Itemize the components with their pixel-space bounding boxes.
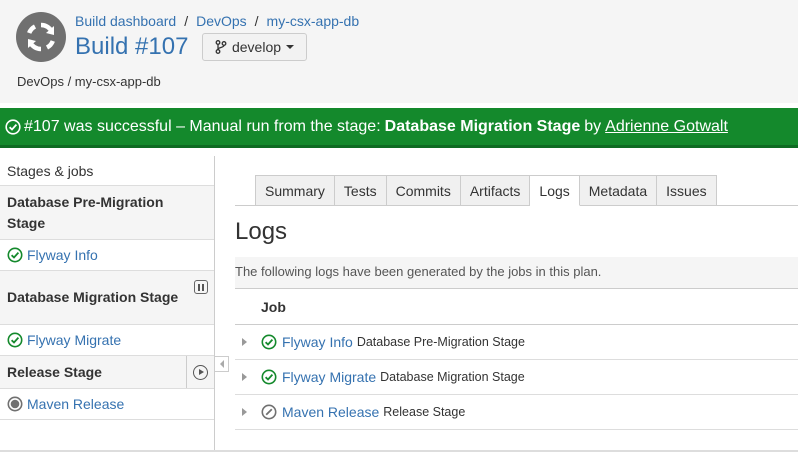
triggered-by-user-link[interactable]: Adrienne Gotwalt xyxy=(605,118,728,136)
breadcrumb-project[interactable]: DevOps xyxy=(196,13,247,29)
success-check-icon xyxy=(7,247,23,263)
tab-metadata[interactable]: Metadata xyxy=(579,175,658,206)
branch-icon xyxy=(215,40,227,54)
branch-name: develop xyxy=(231,39,282,55)
logs-description: The following logs have been generated b… xyxy=(235,257,798,289)
job-log-link[interactable]: Flyway Info xyxy=(282,334,353,350)
job-link[interactable]: Flyway Migrate xyxy=(27,332,121,348)
column-header-job: Job xyxy=(261,299,286,315)
breadcrumb-plan[interactable]: my-csx-app-db xyxy=(267,13,360,29)
job-link[interactable]: Flyway Info xyxy=(27,247,98,263)
tab-issues[interactable]: Issues xyxy=(657,175,717,206)
sidebar-collapse-handle[interactable] xyxy=(215,356,229,372)
expand-row-icon[interactable] xyxy=(242,373,247,381)
run-stage-button[interactable] xyxy=(186,356,214,388)
table-row: Flyway Migrate Database Migration Stage xyxy=(235,360,798,395)
plan-subpath: DevOps / my-csx-app-db xyxy=(17,74,161,89)
expand-row-icon[interactable] xyxy=(242,408,247,416)
breadcrumb-build-dashboard[interactable]: Build dashboard xyxy=(75,13,176,29)
job-stage-name: Database Migration Stage xyxy=(380,370,525,384)
breadcrumb-separator: / xyxy=(254,13,259,29)
branch-selector-button[interactable]: develop xyxy=(202,33,307,61)
sidebar-heading-label: Stages & jobs xyxy=(7,162,94,179)
sidebar-job-maven-release[interactable]: Maven Release xyxy=(0,389,214,420)
skipped-icon xyxy=(261,404,277,420)
pause-icon[interactable] xyxy=(194,280,208,294)
stage-header: Database Pre-Migration Stage xyxy=(0,186,214,240)
refresh-icon xyxy=(27,22,55,52)
expand-row-icon[interactable] xyxy=(242,338,247,346)
sidebar-job-flyway-info[interactable]: Flyway Info xyxy=(0,240,214,271)
tab-artifacts[interactable]: Artifacts xyxy=(460,175,531,206)
build-header: Build dashboard / DevOps / my-csx-app-db Bui… xyxy=(0,0,798,103)
success-check-icon xyxy=(7,332,23,348)
table-row: Flyway Info Database Pre-Migration Stage xyxy=(235,325,798,360)
job-stage-name: Release Stage xyxy=(383,405,466,419)
stage-name: Database Pre-Migration Stage xyxy=(7,193,164,231)
job-log-link[interactable]: Flyway Migrate xyxy=(282,369,376,385)
tab-summary[interactable]: Summary xyxy=(255,175,335,206)
chevron-left-icon xyxy=(219,360,224,368)
status-text: #107 was successful – Manual run from th… xyxy=(24,117,381,135)
build-status-banner: #107 was successful – Manual run from th… xyxy=(0,108,798,148)
page-title: Build #107 xyxy=(75,33,189,60)
sidebar-heading: Stages & jobs xyxy=(0,156,214,186)
job-log-link[interactable]: Maven Release xyxy=(282,404,379,420)
success-check-icon xyxy=(261,334,277,350)
build-status-logo xyxy=(16,12,66,62)
tab-logs[interactable]: Logs xyxy=(530,175,580,206)
stage-header: Database Migration Stage xyxy=(0,271,214,325)
success-check-icon xyxy=(261,369,277,385)
sidebar-job-flyway-migrate[interactable]: Flyway Migrate xyxy=(0,325,214,356)
status-stage-name: Database Migration Stage xyxy=(384,117,581,135)
result-tabs: Summary Tests Commits Artifacts Logs Met… xyxy=(255,175,717,206)
tab-commits[interactable]: Commits xyxy=(386,175,461,206)
job-stage-name: Database Pre-Migration Stage xyxy=(356,335,525,349)
chevron-down-icon xyxy=(286,45,295,49)
not-run-icon xyxy=(7,396,23,412)
tab-tests[interactable]: Tests xyxy=(334,175,387,206)
breadcrumb-separator: / xyxy=(184,13,189,29)
stage-header: Release Stage xyxy=(0,356,214,389)
logs-table: Job Flyway Info Database Pre-Migration S… xyxy=(235,290,798,430)
play-icon xyxy=(193,364,208,380)
status-by: by xyxy=(584,117,602,135)
section-title: Logs xyxy=(235,218,288,245)
stage-name: Release Stage xyxy=(7,363,102,380)
breadcrumb: Build dashboard / DevOps / my-csx-app-db xyxy=(75,13,359,29)
table-header: Job xyxy=(235,290,798,325)
success-check-icon xyxy=(5,118,21,135)
table-row: Maven Release Release Stage xyxy=(235,395,798,430)
job-link[interactable]: Maven Release xyxy=(27,396,124,412)
stage-name: Database Migration Stage xyxy=(7,289,179,305)
stages-sidebar: Stages & jobs Database Pre-Migration Sta… xyxy=(0,156,215,452)
